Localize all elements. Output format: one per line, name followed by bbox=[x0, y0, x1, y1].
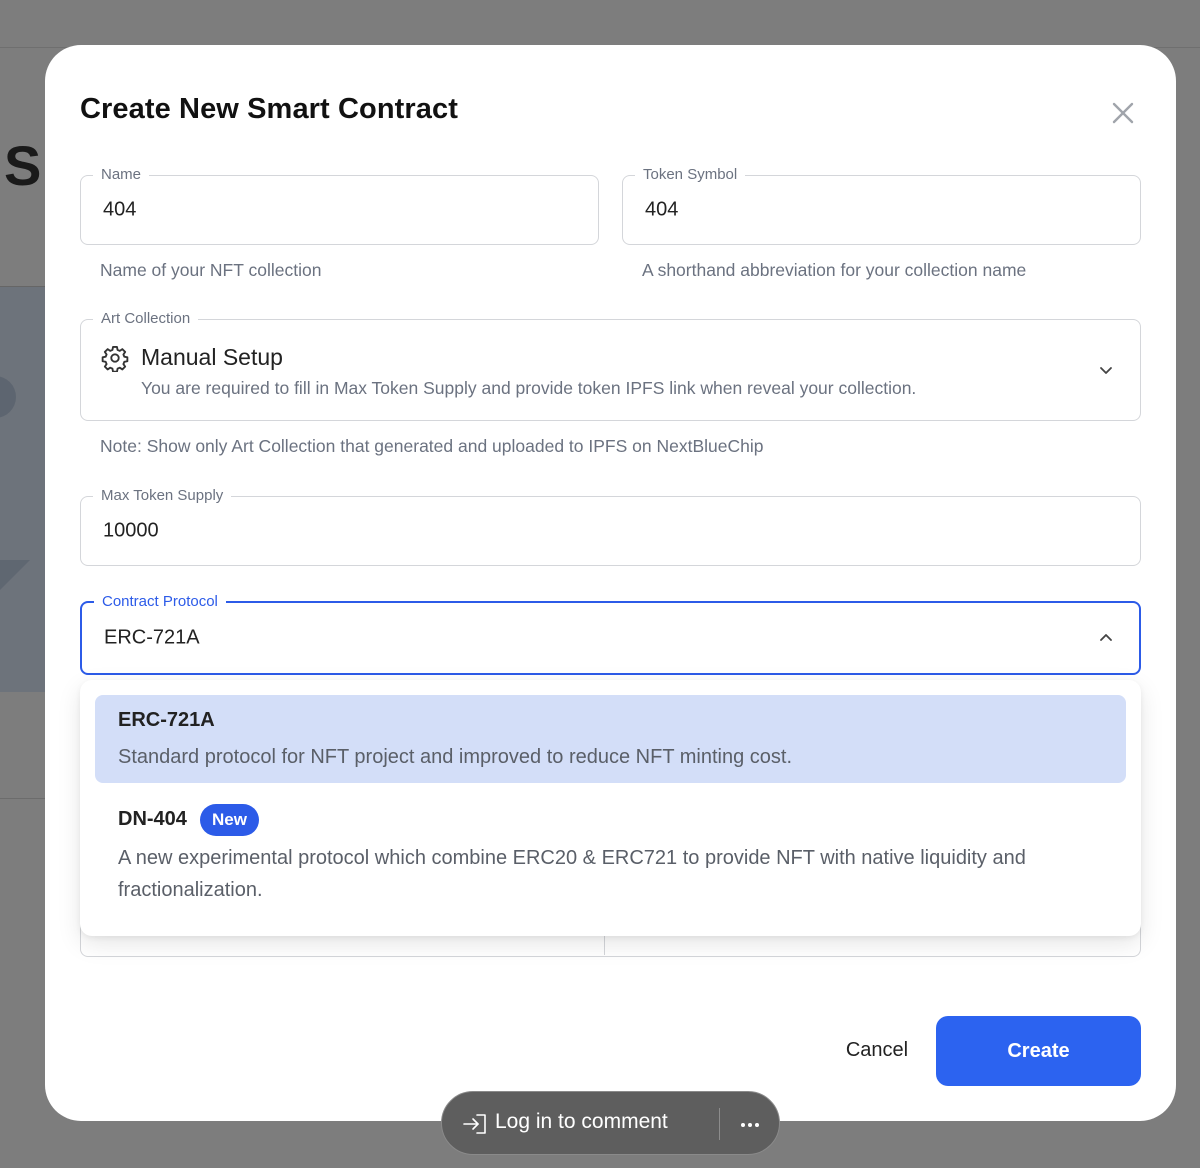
chevron-up-icon bbox=[1098, 630, 1114, 646]
modal-title: Create New Smart Contract bbox=[80, 93, 458, 125]
contract-protocol-dropdown: ERC-721A Standard protocol for NFT proje… bbox=[80, 680, 1141, 936]
option-dn-404[interactable]: DN-404 New A new experimental protocol w… bbox=[95, 798, 1126, 916]
option-title: DN-404 bbox=[118, 808, 187, 830]
name-value: 404 bbox=[103, 198, 137, 221]
new-badge: New bbox=[200, 804, 259, 836]
contract-protocol-label: Contract Protocol bbox=[94, 592, 226, 612]
contract-protocol-value: ERC-721A bbox=[104, 626, 200, 649]
background-topbar bbox=[0, 0, 1200, 48]
chevron-down-icon bbox=[1098, 362, 1114, 378]
comment-bar-divider bbox=[719, 1108, 720, 1140]
cancel-button[interactable]: Cancel bbox=[825, 1030, 929, 1070]
close-icon[interactable] bbox=[1105, 95, 1141, 131]
option-title: ERC-721A bbox=[118, 709, 215, 731]
max-token-supply-value: 10000 bbox=[103, 519, 159, 542]
background-panel bbox=[0, 286, 46, 692]
art-collection-note: Note: Show only Art Collection that gene… bbox=[100, 436, 764, 456]
token-symbol-helper: A shorthand abbreviation for your collec… bbox=[642, 260, 1027, 280]
name-field[interactable]: Name 404 bbox=[80, 165, 599, 245]
art-collection-value: Manual Setup bbox=[141, 344, 283, 370]
more-icon[interactable] bbox=[738, 1118, 762, 1130]
login-to-comment-button[interactable]: Log in to comment bbox=[495, 1110, 668, 1134]
comment-bar: Log in to comment bbox=[441, 1091, 780, 1155]
max-token-supply-field[interactable]: Max Token Supply 10000 bbox=[80, 486, 1141, 566]
token-symbol-value: 404 bbox=[645, 198, 679, 221]
art-collection-label: Art Collection bbox=[93, 309, 199, 329]
option-description: A new experimental protocol which combin… bbox=[118, 847, 1026, 901]
option-description: Standard protocol for NFT project and im… bbox=[118, 746, 793, 768]
create-button[interactable]: Create bbox=[936, 1016, 1141, 1086]
background-divider bbox=[0, 798, 46, 799]
max-token-supply-label: Max Token Supply bbox=[93, 486, 232, 506]
art-collection-select[interactable]: Art Collection Manual Setup You are requ… bbox=[80, 309, 1141, 421]
login-icon bbox=[462, 1112, 488, 1136]
name-helper: Name of your NFT collection bbox=[100, 260, 322, 280]
background-heading-fragment: S bbox=[4, 134, 42, 197]
name-label: Name bbox=[93, 165, 150, 185]
background-shape bbox=[0, 560, 30, 590]
contract-protocol-select[interactable]: Contract Protocol ERC-721A bbox=[80, 592, 1141, 675]
option-erc-721a[interactable]: ERC-721A Standard protocol for NFT proje… bbox=[95, 695, 1126, 783]
token-symbol-field[interactable]: Token Symbol 404 bbox=[622, 165, 1141, 245]
gear-icon bbox=[101, 344, 129, 373]
art-collection-description: You are required to fill in Max Token Su… bbox=[141, 378, 917, 398]
create-contract-modal: Create New Smart Contract Name 404 Name … bbox=[45, 45, 1176, 1121]
token-symbol-label: Token Symbol bbox=[635, 165, 746, 185]
